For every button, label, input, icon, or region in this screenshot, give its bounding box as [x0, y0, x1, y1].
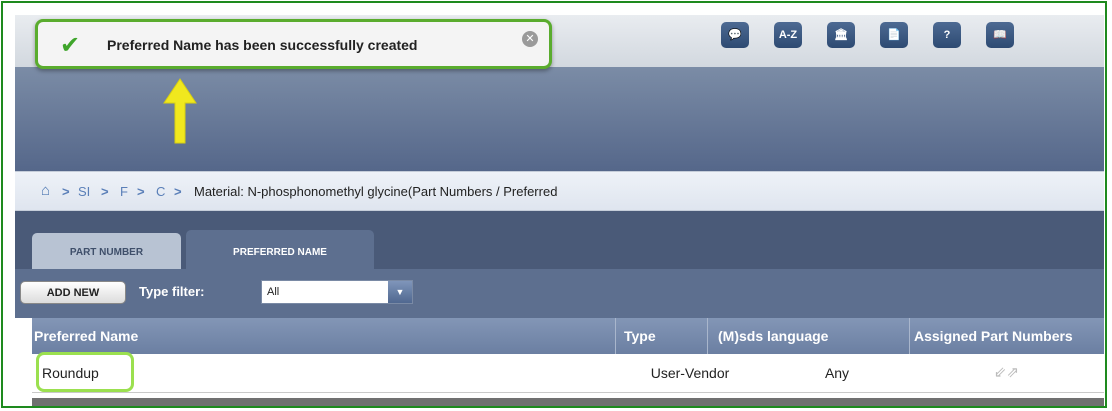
chevron-down-icon[interactable]: ▼: [388, 281, 412, 303]
a-z-icon[interactable]: A-Z: [774, 22, 802, 48]
breadcrumb-current: Material: N-phosphonomethyl glycine(Part…: [194, 184, 558, 199]
building-icon[interactable]: 🏛: [827, 22, 855, 48]
column-header-assigned-part-numbers[interactable]: Assigned Part Numbers: [909, 318, 1104, 354]
breadcrumb-separator: >: [101, 184, 109, 199]
column-header-type[interactable]: Type: [615, 318, 707, 354]
breadcrumb: ⌂ > SI > F > C > Material: N-phosphonome…: [15, 171, 1104, 211]
chat-icon[interactable]: 💬: [721, 22, 749, 48]
cell-type: User-Vendor: [650, 365, 730, 381]
cell-sds-language: Any: [824, 365, 850, 381]
breadcrumb-item-si[interactable]: SI: [78, 184, 90, 199]
column-header-sds-language[interactable]: (M)sds language: [707, 318, 909, 354]
toolbar: ADD NEW Type filter: All ▼: [15, 269, 1104, 318]
add-new-button[interactable]: ADD NEW: [20, 281, 126, 304]
close-icon[interactable]: ✕: [522, 31, 538, 47]
notification-message: Preferred Name has been successfully cre…: [107, 37, 418, 53]
tab-preferred-name[interactable]: PREFERRED NAME: [186, 230, 374, 269]
breadcrumb-separator: >: [174, 184, 182, 199]
tab-part-number[interactable]: PART NUMBER: [32, 233, 181, 269]
tab-panel: PART NUMBER PREFERRED NAME ADD NEW Type …: [15, 211, 1104, 318]
preferred-name-table: Preferred Name Type (M)sds language Assi…: [32, 318, 1104, 398]
breadcrumb-separator: >: [137, 184, 145, 199]
assign-arrows-icon[interactable]: ⇙⇗: [909, 354, 1104, 392]
annotation-highlight: [36, 352, 134, 392]
column-header-preferred-name[interactable]: Preferred Name: [32, 318, 615, 354]
home-icon[interactable]: ⌂: [41, 182, 50, 199]
type-filter-label: Type filter:: [139, 284, 205, 299]
check-icon: ✔: [60, 32, 81, 59]
type-filter-select[interactable]: All ▼: [261, 280, 413, 304]
document-icon[interactable]: 📄: [880, 22, 908, 48]
help-icon[interactable]: ?: [933, 22, 961, 48]
annotation-arrow-icon: [163, 78, 197, 144]
horizontal-scrollbar[interactable]: [32, 398, 1104, 406]
table-header: Preferred Name Type (M)sds language Assi…: [32, 318, 1104, 354]
breadcrumb-item-f[interactable]: F: [120, 184, 128, 199]
breadcrumb-separator: >: [62, 184, 70, 199]
success-notification: ✔ Preferred Name has been successfully c…: [35, 19, 552, 69]
type-filter-value: All: [267, 286, 280, 298]
breadcrumb-item-c[interactable]: C: [156, 184, 165, 199]
table-row[interactable]: Roundup User-Vendor Any ⇙⇗: [32, 354, 1104, 393]
book-icon[interactable]: 📖: [986, 22, 1014, 48]
